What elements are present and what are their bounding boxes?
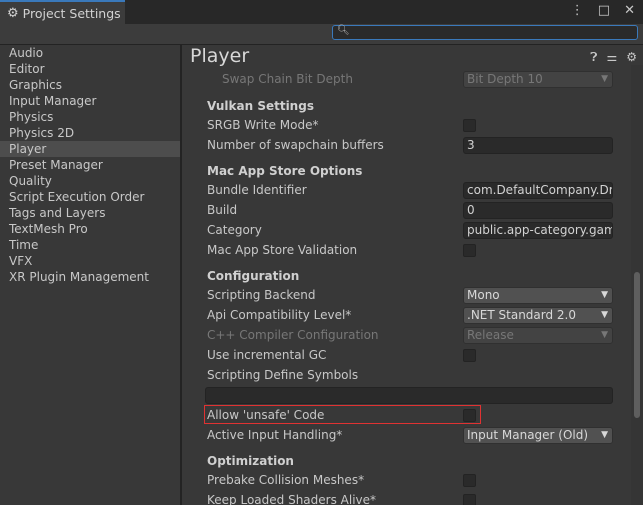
settings-sidebar: Audio Editor Graphics Input Manager Phys… [0, 45, 180, 505]
sidebar-item-textmesh-pro[interactable]: TextMesh Pro [0, 221, 180, 237]
optimization-heading-row: Optimization [207, 452, 623, 472]
category-label: Category [207, 223, 262, 237]
sliders-icon[interactable]: ⚌ [606, 50, 617, 65]
player-settings-panel: Player ❓︎ ⚌ ⚙ Swap Chain Bit Depth Bit D… [182, 45, 643, 505]
chevron-down-icon: ▼ [601, 310, 608, 320]
sidebar-item-script-execution-order[interactable]: Script Execution Order [0, 189, 180, 205]
cpp-value: Release [467, 328, 514, 342]
gc-row: Use incremental GC [207, 346, 623, 366]
swap-chain-row: Swap Chain Bit Depth Bit Depth 10 ▼ [207, 70, 623, 90]
keep-shaders-checkbox[interactable] [463, 494, 476, 505]
input-handling-dropdown[interactable]: Input Manager (Old) ▼ [463, 427, 613, 444]
scripting-backend-dropdown[interactable]: Mono ▼ [463, 287, 613, 304]
sidebar-item-editor[interactable]: Editor [0, 61, 180, 77]
define-symbols-field[interactable] [205, 387, 613, 404]
more-options-icon[interactable]: ⋮ [571, 3, 584, 18]
chevron-down-icon: ▼ [601, 290, 608, 300]
validation-label: Mac App Store Validation [207, 243, 358, 257]
vertical-scrollbar[interactable] [631, 65, 643, 505]
backend-value: Mono [467, 288, 500, 302]
chevron-down-icon: ▼ [601, 330, 608, 340]
tab-title: Project Settings [22, 5, 121, 21]
api-row: Api Compatibility Level* .NET Standard 2… [207, 306, 623, 326]
sidebar-item-time[interactable]: Time [0, 237, 180, 253]
sidebar-item-input-manager[interactable]: Input Manager [0, 93, 180, 109]
section-heading-optimization: Optimization [207, 454, 294, 468]
vulkan-heading-row: Vulkan Settings [207, 97, 623, 117]
maximize-icon[interactable]: □ [598, 3, 610, 18]
config-heading-row: Configuration [207, 267, 623, 287]
search-input[interactable]: 🔍︎ [332, 25, 638, 40]
cpp-label: C++ Compiler Configuration [207, 328, 379, 342]
keep-shaders-label: Keep Loaded Shaders Alive* [207, 493, 377, 505]
srgb-row: SRGB Write Mode* [207, 116, 623, 136]
sidebar-item-vfx[interactable]: VFX [0, 253, 180, 269]
input-handling-value: Input Manager (Old) [467, 428, 589, 442]
input-handling-label: Active Input Handling* [207, 428, 343, 442]
sidebar-item-xr-plugin-management[interactable]: XR Plugin Management [0, 269, 180, 285]
page-title: Player [190, 45, 250, 67]
validation-checkbox[interactable] [463, 244, 476, 257]
section-heading-configuration: Configuration [207, 269, 300, 283]
backend-row: Scripting Backend Mono ▼ [207, 286, 623, 306]
validation-row: Mac App Store Validation [207, 241, 623, 261]
swapchain-buffers-field[interactable]: 3 [463, 137, 613, 154]
sidebar-item-player[interactable]: Player [0, 141, 180, 157]
build-row: Build 0 [207, 201, 623, 221]
chevron-down-icon: ▼ [601, 74, 608, 84]
cpp-row: C++ Compiler Configuration Release ▼ [207, 326, 623, 346]
close-icon[interactable]: ✕ [624, 3, 635, 18]
search-bar: 🔍︎ [0, 24, 643, 45]
cpp-compiler-dropdown: Release ▼ [463, 327, 613, 344]
category-row: Category public.app-category.game [207, 221, 623, 241]
bundle-row: Bundle Identifier com.DefaultCompany.Dra [207, 181, 623, 201]
define-symbols-row: Scripting Define Symbols [207, 366, 623, 386]
bundle-identifier-field[interactable]: com.DefaultCompany.Dra [463, 182, 613, 199]
chevron-down-icon: ▼ [601, 430, 608, 440]
scrollbar-thumb[interactable] [634, 272, 640, 418]
gc-label: Use incremental GC [207, 348, 327, 362]
backend-label: Scripting Backend [207, 288, 316, 302]
title-bar: ⚙ Project Settings ⋮ □ ✕ [0, 0, 643, 24]
sidebar-item-quality[interactable]: Quality [0, 173, 180, 189]
incremental-gc-checkbox[interactable] [463, 349, 476, 362]
build-label: Build [207, 203, 238, 217]
section-heading-vulkan: Vulkan Settings [207, 99, 314, 113]
swap-chain-value: Bit Depth 10 [467, 72, 543, 86]
swapchain-buffers-label: Number of swapchain buffers [207, 138, 384, 152]
sidebar-item-audio[interactable]: Audio [0, 45, 180, 61]
mac-heading-row: Mac App Store Options [207, 162, 623, 182]
window-controls: ⋮ □ ✕ [571, 3, 635, 18]
prebake-checkbox[interactable] [463, 474, 476, 487]
prebake-row: Prebake Collision Meshes* [207, 471, 623, 491]
srgb-label: SRGB Write Mode* [207, 118, 319, 132]
keep-shaders-row: Keep Loaded Shaders Alive* [207, 491, 623, 505]
help-icon[interactable]: ❓︎ [590, 50, 597, 65]
gear-icon: ⚙ [7, 5, 19, 21]
sidebar-item-preset-manager[interactable]: Preset Manager [0, 157, 180, 173]
swapchain-buffers-row: Number of swapchain buffers 3 [207, 136, 623, 156]
sidebar-item-graphics[interactable]: Graphics [0, 77, 180, 93]
search-icon: 🔍︎ [337, 25, 350, 36]
api-compatibility-dropdown[interactable]: .NET Standard 2.0 ▼ [463, 307, 613, 324]
sidebar-item-tags-and-layers[interactable]: Tags and Layers [0, 205, 180, 221]
define-symbols-label: Scripting Define Symbols [207, 368, 359, 382]
highlight-box [204, 405, 481, 424]
sidebar-item-physics-2d[interactable]: Physics 2D [0, 125, 180, 141]
bundle-label: Bundle Identifier [207, 183, 307, 197]
category-field[interactable]: public.app-category.game [463, 222, 613, 239]
api-label: Api Compatibility Level* [207, 308, 352, 322]
header-icons: ❓︎ ⚌ ⚙ [590, 50, 637, 65]
build-field[interactable]: 0 [463, 202, 613, 219]
swap-chain-dropdown: Bit Depth 10 ▼ [463, 71, 613, 88]
srgb-checkbox[interactable] [463, 119, 476, 132]
prebake-label: Prebake Collision Meshes* [207, 473, 365, 487]
tab-project-settings[interactable]: ⚙ Project Settings [0, 0, 125, 24]
input-handling-row: Active Input Handling* Input Manager (Ol… [207, 426, 623, 446]
api-value: .NET Standard 2.0 [467, 308, 577, 322]
section-heading-mac: Mac App Store Options [207, 164, 363, 178]
sidebar-item-physics[interactable]: Physics [0, 109, 180, 125]
gear-icon[interactable]: ⚙ [626, 50, 637, 65]
swap-chain-label: Swap Chain Bit Depth [222, 72, 353, 86]
